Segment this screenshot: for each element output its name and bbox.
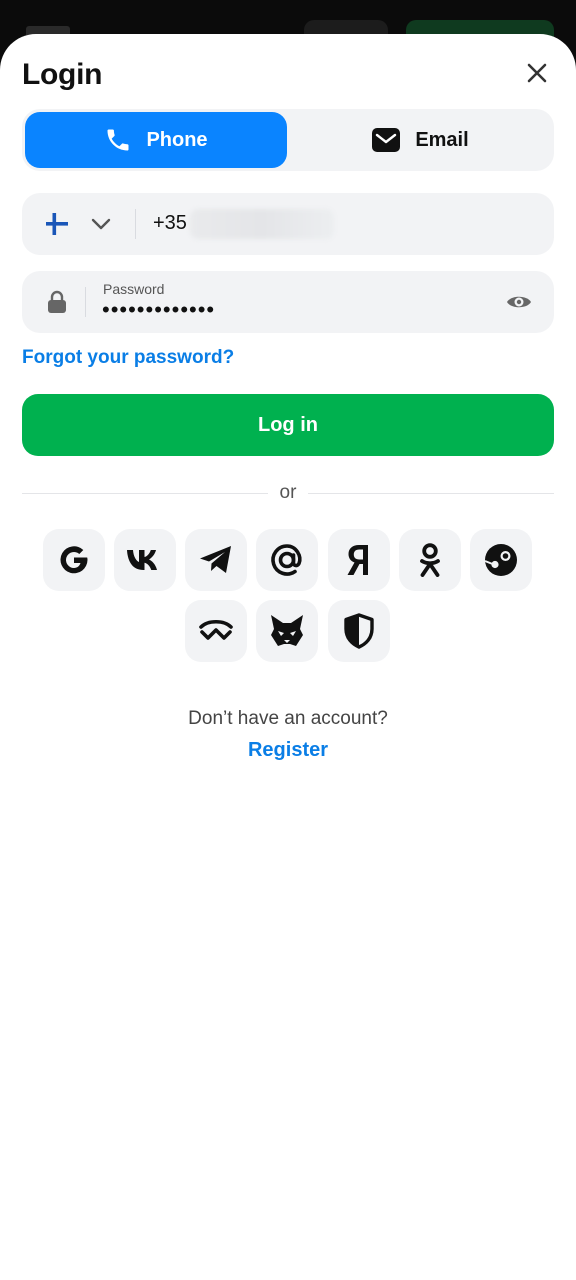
login-method-tabs: Phone Email — [22, 109, 554, 171]
yandex-icon — [347, 545, 368, 575]
phone-icon — [107, 129, 129, 151]
mail-icon — [372, 128, 401, 152]
forgot-password-link[interactable]: Forgot your password? — [22, 347, 234, 369]
divider — [85, 287, 86, 317]
google-login-button[interactable] — [43, 529, 105, 591]
yandex-login-button[interactable] — [328, 529, 390, 591]
walletconnect-login-button[interactable] — [185, 600, 247, 662]
phone-field[interactable]: +35 — [22, 193, 554, 255]
vk-icon — [127, 550, 157, 570]
finland-flag-icon — [46, 213, 68, 235]
chevron-down-icon[interactable] — [90, 213, 112, 235]
mail-ru-icon — [271, 544, 302, 576]
metamask-icon — [271, 615, 303, 646]
login-sheet: Login Phone Email +35 Password •••••••••… — [0, 34, 576, 1280]
metamask-login-button[interactable] — [256, 600, 318, 662]
lock-icon — [48, 290, 66, 313]
divider — [135, 209, 136, 239]
odnoklassniki-login-button[interactable] — [399, 529, 461, 591]
walletconnect-icon — [199, 619, 233, 640]
register-link[interactable]: Register — [0, 739, 576, 762]
telegram-icon — [200, 546, 231, 573]
tab-email[interactable]: Email — [289, 112, 551, 168]
security-key-login-button[interactable] — [328, 600, 390, 662]
tab-email-label: Email — [415, 128, 469, 151]
steam-login-button[interactable] — [470, 529, 532, 591]
close-icon — [527, 63, 547, 83]
no-account-text: Don’t have an account? — [188, 708, 388, 729]
steam-icon — [484, 544, 517, 576]
google-icon — [60, 546, 88, 574]
vk-login-button[interactable] — [114, 529, 176, 591]
password-field[interactable]: Password ••••••••••••• — [22, 271, 554, 333]
shield-icon — [344, 613, 374, 649]
eye-icon[interactable] — [506, 290, 532, 314]
telegram-login-button[interactable] — [185, 529, 247, 591]
tab-phone-label: Phone — [146, 128, 208, 151]
redacted-phone-number — [190, 209, 334, 239]
dialog-title: Login — [22, 58, 103, 91]
odnoklassniki-icon — [420, 543, 440, 577]
or-divider-text: or — [279, 482, 297, 503]
password-label: Password — [103, 281, 165, 297]
close-button[interactable] — [520, 56, 554, 90]
phone-input[interactable]: +35 — [153, 212, 187, 235]
tab-phone[interactable]: Phone — [25, 112, 287, 168]
mail-ru-login-button[interactable] — [256, 529, 318, 591]
login-button[interactable]: Log in — [22, 394, 554, 456]
password-input[interactable]: ••••••••••••• — [102, 297, 215, 323]
